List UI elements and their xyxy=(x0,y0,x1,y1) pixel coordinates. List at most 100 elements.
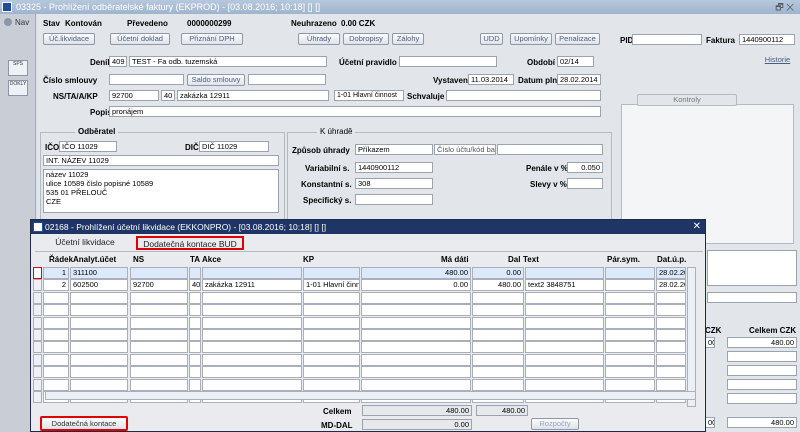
ns-field[interactable]: 92700 xyxy=(109,90,159,101)
grid-cell-radek[interactable] xyxy=(43,304,69,317)
grid-cell-akce[interactable] xyxy=(202,267,302,279)
udd-button[interactable]: UDD xyxy=(480,33,503,45)
faktura-field[interactable]: 1440900112 xyxy=(739,34,795,45)
row-marker[interactable] xyxy=(33,267,42,279)
grid-cell-ta[interactable]: 40 xyxy=(189,279,201,292)
grid-cell-datup[interactable] xyxy=(656,341,686,354)
grid-cell-datup[interactable] xyxy=(656,353,686,366)
grid-cell-kp[interactable] xyxy=(303,316,360,329)
grid-cell-text[interactable] xyxy=(525,329,604,341)
tab-ucetni-likvidace[interactable]: Účetní likvidace xyxy=(37,236,133,250)
grid-cell-kp[interactable] xyxy=(303,304,360,317)
grid-cell-madati[interactable] xyxy=(361,366,471,379)
grid-cell-ta[interactable] xyxy=(189,267,201,279)
variabilni-field[interactable]: 1440900112 xyxy=(355,162,433,173)
grid-cell-datup[interactable] xyxy=(656,366,686,379)
grid-cell-radek[interactable] xyxy=(43,291,69,304)
grid-cell-radek[interactable] xyxy=(43,353,69,366)
grid-cell-datup[interactable] xyxy=(656,329,686,341)
grid-cell-text[interactable] xyxy=(525,366,604,379)
grid-cell-datup[interactable] xyxy=(656,291,686,304)
grid-cell-ucet[interactable] xyxy=(70,378,128,391)
grid-cell-ta[interactable] xyxy=(189,291,201,304)
row-marker[interactable] xyxy=(33,341,42,354)
grid-cell-datup[interactable]: 28.02.2014 xyxy=(656,267,686,279)
grid-cell-madati[interactable]: 480.00 xyxy=(361,267,471,279)
grid-cell-ucet[interactable] xyxy=(70,304,128,317)
schvaluje-field[interactable] xyxy=(446,90,601,101)
obdobi-field[interactable]: 02/14 xyxy=(557,56,594,67)
cislo-uctu-field[interactable]: Číslo účtu/kód banky xyxy=(434,144,496,155)
grid-cell-akce[interactable] xyxy=(202,329,302,341)
grid-cell-ta[interactable] xyxy=(189,353,201,366)
row-marker[interactable] xyxy=(33,353,42,366)
grid-cell-dal[interactable] xyxy=(472,291,524,304)
row-marker[interactable] xyxy=(33,316,42,329)
grid-cell-kp[interactable] xyxy=(303,267,360,279)
penalizace-button[interactable]: Penalizace xyxy=(555,33,600,45)
grid-cell-kp[interactable]: 1-01 Hlavní činn xyxy=(303,279,360,292)
slevy-field[interactable] xyxy=(567,178,603,189)
grid-cell-akce[interactable] xyxy=(202,366,302,379)
specificky-field[interactable] xyxy=(355,194,433,205)
grid-cell-dal[interactable] xyxy=(472,378,524,391)
row-marker[interactable] xyxy=(33,391,42,403)
saldo-smlouvy-button[interactable]: Saldo smlouvy xyxy=(187,74,245,86)
penale-field[interactable]: 0.050 xyxy=(567,162,603,173)
zpusob-uhrady-field[interactable]: Příkazem xyxy=(355,144,433,155)
grid-cell-ucet[interactable] xyxy=(70,353,128,366)
uhrady-button[interactable]: Úhrady xyxy=(298,33,340,45)
grid-cell-ta[interactable] xyxy=(189,341,201,354)
grid-cell-datup[interactable] xyxy=(656,316,686,329)
grid-cell-radek[interactable] xyxy=(43,329,69,341)
ucetni-doklad-button[interactable]: Účetní doklad xyxy=(110,33,170,45)
grid-cell-dal[interactable] xyxy=(472,304,524,317)
grid-cell-akce[interactable] xyxy=(202,353,302,366)
grid-cell-radek[interactable] xyxy=(43,316,69,329)
window-controls[interactable]: 🗗 ✕ xyxy=(775,0,794,14)
grid-cell-ucet[interactable] xyxy=(70,291,128,304)
grid-cell-text[interactable] xyxy=(525,378,604,391)
grid-cell-ta[interactable] xyxy=(189,378,201,391)
grid-cell-text[interactable] xyxy=(525,353,604,366)
priznani-dph-button[interactable]: Přiznání DPH xyxy=(181,33,243,45)
grid-cell-radek[interactable] xyxy=(43,341,69,354)
grid-cell-ta[interactable] xyxy=(189,304,201,317)
historie-link[interactable]: Historie xyxy=(759,55,796,67)
vystaveno-field[interactable]: 11.03.2014 xyxy=(468,74,514,85)
pid-field[interactable] xyxy=(632,34,702,45)
ta-field[interactable]: 40 xyxy=(161,90,175,101)
grid-cell-ucet[interactable] xyxy=(70,341,128,354)
grid-cell-ns[interactable] xyxy=(130,329,188,341)
grid-cell-parsym[interactable] xyxy=(605,291,655,304)
horizontal-scrollbar[interactable] xyxy=(45,391,696,400)
grid-cell-ta[interactable] xyxy=(189,366,201,379)
grid-cell-parsym[interactable] xyxy=(605,366,655,379)
grid-cell-text[interactable]: text2 3848751 xyxy=(525,279,604,292)
row-marker[interactable] xyxy=(33,304,42,317)
ico-field[interactable]: IČO 11029 xyxy=(59,141,117,152)
grid-cell-ns[interactable] xyxy=(130,267,188,279)
grid-cell-akce[interactable] xyxy=(202,304,302,317)
grid-cell-ns[interactable] xyxy=(130,304,188,317)
grid-cell-ucet[interactable] xyxy=(70,329,128,341)
grid-cell-text[interactable] xyxy=(525,291,604,304)
row-marker[interactable] xyxy=(33,291,42,304)
grid-cell-parsym[interactable] xyxy=(605,378,655,391)
grid-cell-kp[interactable] xyxy=(303,291,360,304)
grid-cell-akce[interactable]: zakázka 12911 xyxy=(202,279,302,292)
grid-cell-dal[interactable] xyxy=(472,341,524,354)
grid-cell-madati[interactable] xyxy=(361,304,471,317)
grid-cell-kp[interactable] xyxy=(303,341,360,354)
grid-cell-kp[interactable] xyxy=(303,353,360,366)
kp-field[interactable]: 1-01 Hlavní činnost xyxy=(334,90,404,101)
row-marker[interactable] xyxy=(33,329,42,341)
cislo-uctu-value[interactable] xyxy=(497,144,603,155)
dodatecna-kontace-button[interactable]: Dodatečná kontace xyxy=(40,416,128,431)
grid-cell-ns[interactable] xyxy=(130,316,188,329)
grid-cell-dal[interactable] xyxy=(472,329,524,341)
grid-cell-ucet[interactable] xyxy=(70,366,128,379)
grid-cell-parsym[interactable] xyxy=(605,341,655,354)
grid-cell-dal[interactable] xyxy=(472,316,524,329)
zalohy-button[interactable]: Zálohy xyxy=(392,33,424,45)
